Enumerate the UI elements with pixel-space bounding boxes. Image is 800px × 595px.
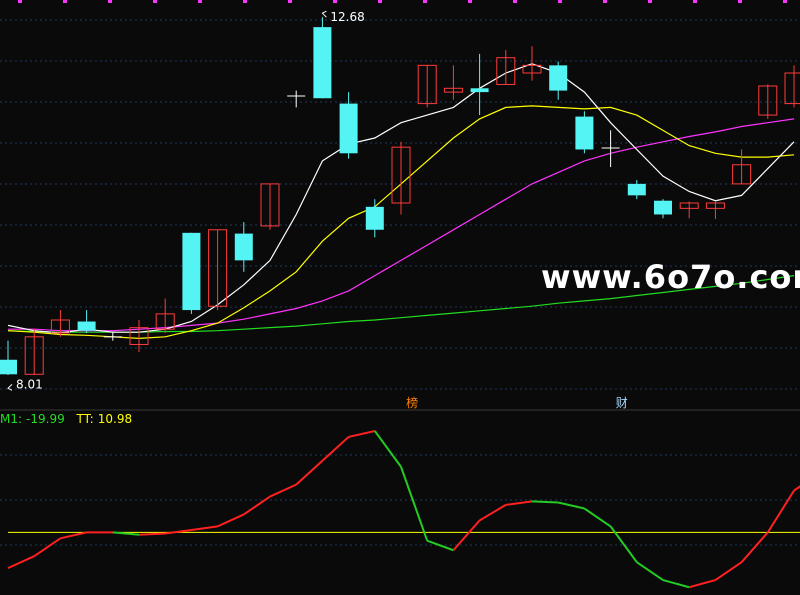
low-price-label: 8.01 bbox=[16, 377, 43, 391]
top-tick-mark bbox=[198, 0, 202, 3]
chart-canvas[interactable]: 12.68 8.01 榜 财 bbox=[0, 0, 800, 595]
m1-segment bbox=[714, 561, 743, 581]
m1-segment bbox=[373, 430, 402, 468]
m1-segment bbox=[740, 531, 769, 563]
candle-body-down bbox=[234, 233, 253, 261]
candle-body-down bbox=[313, 27, 332, 99]
candle-body-down bbox=[470, 88, 489, 93]
candle-body-down bbox=[627, 183, 646, 196]
m1-segment bbox=[400, 466, 429, 542]
m1-segment bbox=[191, 525, 218, 531]
candle-body-down bbox=[575, 116, 594, 150]
m1-segment bbox=[295, 460, 324, 486]
candle-body-down bbox=[182, 232, 201, 311]
indicator-readout: M1: -19.99 TT: 10.98 bbox=[0, 412, 136, 426]
m1-value: -19.99 bbox=[26, 412, 65, 426]
top-tick-mark bbox=[18, 0, 22, 3]
event-marker-0: 榜 bbox=[406, 395, 418, 410]
m1-segment bbox=[7, 555, 35, 570]
m1-segment bbox=[243, 495, 271, 516]
candle-body-down bbox=[339, 103, 358, 154]
m1-segment bbox=[217, 513, 245, 528]
m1-segment bbox=[321, 436, 350, 462]
top-tick-mark bbox=[558, 0, 562, 3]
m1-label: M1: bbox=[0, 412, 23, 426]
candle-body-down bbox=[654, 200, 672, 215]
top-tick-mark bbox=[513, 0, 517, 3]
tt-label: TT: bbox=[76, 412, 94, 426]
annotation-arrow bbox=[321, 10, 327, 18]
m1-segment bbox=[636, 561, 664, 581]
candle-body-down bbox=[549, 65, 568, 91]
top-tick-mark bbox=[693, 0, 697, 3]
top-tick-mark bbox=[378, 0, 382, 3]
ma10-line bbox=[7, 105, 795, 340]
top-tick-mark bbox=[63, 0, 67, 3]
top-tick-mark bbox=[648, 0, 652, 3]
m1-segment bbox=[688, 579, 716, 589]
m1-segment bbox=[138, 532, 166, 536]
top-tick-mark bbox=[783, 0, 787, 3]
watermark: www.6o7o.com bbox=[541, 258, 800, 296]
top-tick-mark bbox=[423, 0, 427, 3]
m1-segment bbox=[609, 525, 638, 563]
top-tick-mark bbox=[153, 0, 157, 3]
m1-segment bbox=[33, 537, 61, 558]
tt-value: 10.98 bbox=[97, 412, 133, 426]
m1-segment bbox=[165, 528, 192, 535]
top-tick-mark bbox=[243, 0, 247, 3]
m1-segment bbox=[557, 501, 585, 510]
m1-segment bbox=[583, 507, 612, 528]
top-tick-mark bbox=[738, 0, 742, 3]
high-price-label: 12.68 bbox=[330, 10, 364, 24]
m1-segment bbox=[531, 500, 559, 504]
stock-chart-window: 12.68 8.01 榜 财 M1: -19.99 TT: 10.98 www.6o7o.… bbox=[0, 0, 800, 595]
candle-body-up bbox=[784, 72, 800, 105]
m1-segment bbox=[505, 500, 533, 506]
m1-segment bbox=[479, 504, 507, 522]
m1-segment bbox=[269, 483, 297, 498]
top-tick-mark bbox=[108, 0, 112, 3]
m1-segment bbox=[60, 531, 87, 540]
m1-segment bbox=[452, 519, 481, 551]
top-tick-mark bbox=[603, 0, 607, 3]
top-tick-mark bbox=[288, 0, 292, 3]
event-marker-1: 财 bbox=[616, 396, 628, 410]
m1-segment bbox=[348, 429, 376, 438]
candle-body-down bbox=[77, 321, 96, 331]
top-tick-mark bbox=[468, 0, 472, 3]
m1-segment bbox=[766, 490, 795, 533]
candle-body-down bbox=[0, 359, 17, 375]
m1-segment bbox=[793, 485, 800, 492]
top-tick-mark bbox=[333, 0, 337, 3]
m1-segment bbox=[662, 579, 690, 589]
candle-body-down bbox=[365, 206, 384, 230]
